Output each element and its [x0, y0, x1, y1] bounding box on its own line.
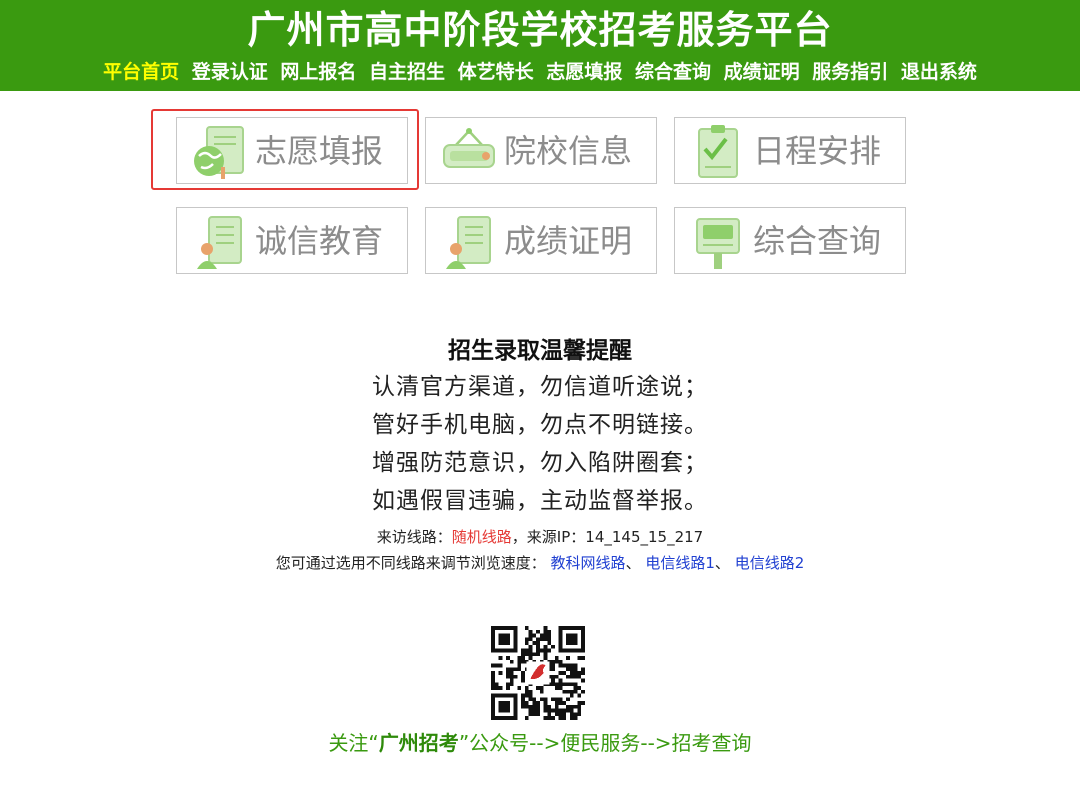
- link-separator: 、: [625, 554, 641, 572]
- footer-before: 关注“: [328, 731, 379, 755]
- route-info: 来访线路：随机线路，来源IP：14_145_15_217: [0, 527, 1080, 547]
- school-sign-icon: [443, 128, 495, 168]
- tile-schedule[interactable]: 日程安排: [674, 117, 906, 184]
- main-nav: 平台首页 登录认证 网上报名 自主招生 体艺特长 志愿填报 综合查询 成绩证明 …: [0, 58, 1080, 86]
- nav-arts-sports[interactable]: 体艺特长: [458, 61, 534, 83]
- wechat-account-name: 广州招考: [378, 731, 459, 755]
- link-separator: 、: [714, 554, 730, 572]
- tile-integrity-education[interactable]: 诚信教育: [176, 207, 408, 274]
- nav-service-guide[interactable]: 服务指引: [812, 61, 888, 83]
- tile-school-info-label: 院校信息: [504, 132, 633, 170]
- person-document-icon: [446, 216, 491, 269]
- tile-comprehensive-query[interactable]: 综合查询: [674, 207, 906, 274]
- tile-score-certificate[interactable]: 成绩证明: [425, 207, 657, 274]
- route-value: 随机线路: [451, 528, 512, 546]
- footer-after: ”公众号-->便民服务-->招考查询: [458, 731, 752, 755]
- search-board-icon: [696, 218, 740, 269]
- route-label: 来访线路：: [376, 528, 452, 546]
- tile-school-info[interactable]: 院校信息: [425, 117, 657, 184]
- notice-line: 如遇假冒违骗，主动监督举报。: [372, 488, 708, 514]
- ip-label: ，来源IP：: [511, 528, 586, 546]
- nav-application[interactable]: 志愿填报: [546, 61, 622, 83]
- header: 广州市高中阶段学校招考服务平台 平台首页 登录认证 网上报名 自主招生 体艺特长…: [0, 0, 1080, 91]
- speed-label: 您可通过选用不同线路来调节浏览速度：: [275, 554, 546, 572]
- nav-logout[interactable]: 退出系统: [901, 61, 977, 83]
- nav-query[interactable]: 综合查询: [635, 61, 711, 83]
- nav-score-certificate[interactable]: 成绩证明: [724, 61, 800, 83]
- link-telecom-route-2[interactable]: 电信线路2: [735, 554, 805, 572]
- site-title: 广州市高中阶段学校招考服务平台: [247, 8, 833, 52]
- speed-info: 您可通过选用不同线路来调节浏览速度： 教科网线路、 电信线路1、 电信线路2: [0, 553, 1080, 573]
- notice-line: 管好手机电脑，勿点不明链接。: [372, 412, 708, 438]
- tile-comprehensive-query-label: 综合查询: [753, 222, 882, 260]
- highlight-box: [151, 109, 419, 190]
- tile-score-certificate-label: 成绩证明: [504, 222, 633, 260]
- ip-value: 14_145_15_217: [585, 528, 704, 546]
- checklist-icon: [698, 125, 738, 178]
- footer-hint: 关注“广州招考”公众号-->便民服务-->招考查询: [0, 728, 1080, 758]
- nav-home[interactable]: 平台首页: [103, 61, 179, 83]
- notice: 招生录取温馨提醒 认清官方渠道，勿信道听途说； 管好手机电脑，勿点不明链接。 增…: [0, 334, 1080, 520]
- nav-independent-admission[interactable]: 自主招生: [369, 61, 445, 83]
- nav-login[interactable]: 登录认证: [192, 61, 268, 83]
- notice-line: 增强防范意识，勿入陷阱圈套；: [372, 450, 708, 476]
- qr-code: [491, 626, 585, 720]
- link-edu-route[interactable]: 教科网线路: [551, 554, 626, 572]
- nav-online-registration[interactable]: 网上报名: [280, 61, 356, 83]
- tile-schedule-label: 日程安排: [753, 132, 882, 170]
- notice-title: 招生录取温馨提醒: [448, 338, 632, 364]
- link-telecom-route-1[interactable]: 电信线路1: [645, 554, 715, 572]
- person-document-icon: [197, 216, 242, 269]
- notice-line: 认清官方渠道，勿信道听途说；: [372, 374, 708, 400]
- tile-integrity-education-label: 诚信教育: [255, 222, 384, 260]
